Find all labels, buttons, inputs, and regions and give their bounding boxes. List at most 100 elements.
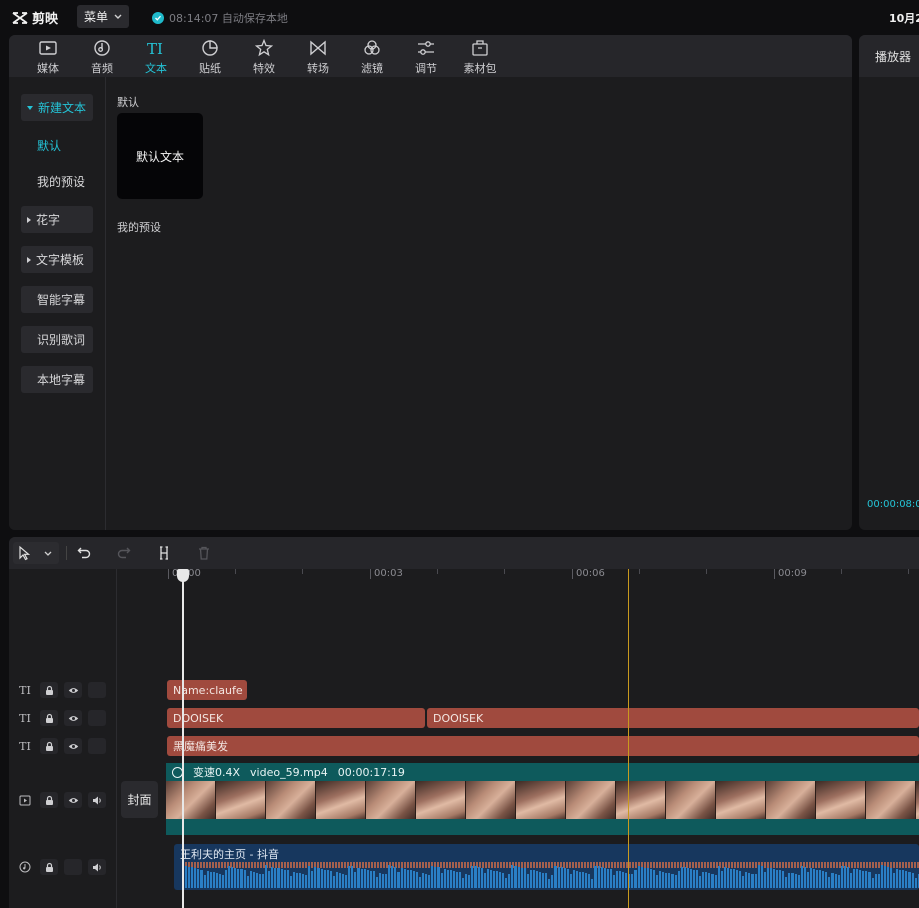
waveform-bar: [742, 876, 745, 888]
menu-label: 菜单: [84, 10, 109, 24]
waveform-bar: [237, 868, 240, 888]
visibility-button[interactable]: [64, 710, 82, 726]
tab-package[interactable]: 素材包: [453, 35, 507, 77]
tab-transition[interactable]: 转场: [291, 35, 345, 77]
sidebar-item-new-text[interactable]: 新建文本: [21, 94, 93, 121]
text-clip[interactable]: Name:claufe: [167, 680, 247, 700]
eye-icon: [68, 715, 78, 721]
cover-button[interactable]: 封面: [121, 781, 158, 818]
waveform-bar: [665, 872, 668, 888]
timeline-toolbar: [9, 537, 919, 569]
text-clip[interactable]: DOOISEK: [167, 708, 425, 728]
check-circle-icon: [152, 12, 164, 24]
time-ruler[interactable]: 00:00 00:03 00:06 00:09: [117, 569, 919, 587]
waveform-bar: [277, 868, 280, 888]
select-tool-chevron[interactable]: [40, 544, 56, 562]
lock-button[interactable]: [40, 738, 58, 754]
waveform-bar: [776, 869, 779, 888]
tab-filter[interactable]: 滤镜: [345, 35, 399, 77]
audio-clip[interactable]: 王利夫的主页 - 抖音: [174, 844, 919, 890]
sidebar-item-text-templates[interactable]: 文字模板: [21, 246, 93, 273]
ruler-label: 00:03: [370, 569, 403, 579]
tab-adjust[interactable]: 调节: [399, 35, 453, 77]
lock-button[interactable]: [40, 682, 58, 698]
lock-button[interactable]: [40, 859, 58, 875]
effects-icon: [254, 39, 274, 57]
video-clip[interactable]: 变速0.4X video_59.mp4 00:00:17:19: [166, 763, 919, 835]
ruler-minor-tick: [302, 569, 303, 574]
waveform-bar: [828, 877, 831, 888]
waveform-bar: [234, 867, 237, 888]
tab-effects[interactable]: 特效: [237, 35, 291, 77]
waveform-bar: [298, 873, 302, 888]
menu-button[interactable]: 菜单: [77, 5, 129, 28]
sidebar-item-my-presets[interactable]: 我的预设: [21, 168, 93, 195]
waveform-bar: [551, 874, 554, 888]
waveform-bar: [883, 866, 886, 888]
waveform-bar: [720, 871, 723, 888]
tab-audio[interactable]: 音频: [75, 35, 129, 77]
waveform-bar: [662, 871, 665, 888]
sidebar-item-lyrics[interactable]: 识别歌词: [21, 326, 93, 353]
lock-button[interactable]: [40, 710, 58, 726]
waveform-bar: [865, 871, 868, 888]
waveform-bar: [840, 865, 843, 888]
waveform-bar: [228, 866, 231, 888]
tab-media[interactable]: 媒体: [21, 35, 75, 77]
text-track-icon: TI: [19, 711, 31, 725]
caret-right-icon: [27, 216, 31, 223]
waveform-bar: [674, 874, 677, 888]
waveform-bar: [191, 867, 194, 888]
waveform-bar: [382, 873, 385, 888]
waveform-bar: [637, 866, 640, 888]
adjust-icon: [418, 41, 434, 55]
waveform-bar: [616, 870, 619, 888]
lock-button[interactable]: [40, 792, 58, 808]
waveform-bar: [612, 874, 616, 888]
visibility-button[interactable]: [64, 682, 82, 698]
waveform-bar: [779, 870, 782, 888]
waveform-bar: [320, 868, 323, 888]
empty-slot: [64, 859, 82, 875]
waveform-bar: [222, 874, 225, 888]
text-clip[interactable]: DOOISEK: [427, 708, 919, 728]
waveform-bar: [588, 873, 591, 888]
mute-button[interactable]: [88, 792, 106, 808]
waveform-bar: [243, 870, 246, 888]
waveform-bar: [188, 866, 191, 888]
mute-button[interactable]: [88, 859, 106, 875]
playhead-handle[interactable]: [177, 569, 189, 582]
redo-button[interactable]: [116, 544, 132, 562]
visibility-button[interactable]: [64, 738, 82, 754]
waveform-bar: [585, 873, 588, 888]
video-track-header: [9, 790, 117, 810]
sidebar-item-default[interactable]: 默认: [21, 132, 93, 159]
waveform-bar: [486, 869, 489, 888]
waveform-bar: [449, 870, 452, 888]
tab-sticker[interactable]: 贴纸: [183, 35, 237, 77]
text-clip[interactable]: 黑魔痛美发: [167, 736, 919, 756]
sidebar-item-auto-captions[interactable]: 智能字幕: [21, 286, 93, 313]
waveform-bar: [366, 870, 369, 888]
delete-button[interactable]: [196, 544, 212, 562]
waveform-bar: [369, 870, 372, 888]
sidebar-item-label: 新建文本: [38, 101, 87, 115]
waveform-bar: [437, 867, 440, 888]
waveform-bar: [440, 872, 443, 888]
undo-button[interactable]: [76, 544, 92, 562]
sticker-icon: [202, 40, 218, 56]
visibility-button[interactable]: [64, 792, 82, 808]
default-text-card[interactable]: 默认文本: [117, 113, 203, 199]
resource-panel: 媒体 音频 TI 文本 贴纸 特效 转场 滤镜 调节 素材包 新建文本 默认 我…: [9, 35, 852, 530]
sidebar-item-fancy-text[interactable]: 花字: [21, 206, 93, 233]
split-button[interactable]: [156, 544, 172, 562]
waveform-bar: [388, 865, 391, 888]
waveform-bar: [689, 868, 692, 888]
card-label: 默认文本: [135, 149, 184, 164]
select-tool-button[interactable]: [17, 544, 33, 562]
waveform-bar: [773, 869, 776, 888]
tab-text[interactable]: TI 文本: [129, 35, 183, 77]
playhead[interactable]: [177, 569, 189, 908]
waveform-bar: [302, 874, 305, 888]
sidebar-item-local-captions[interactable]: 本地字幕: [21, 366, 93, 393]
